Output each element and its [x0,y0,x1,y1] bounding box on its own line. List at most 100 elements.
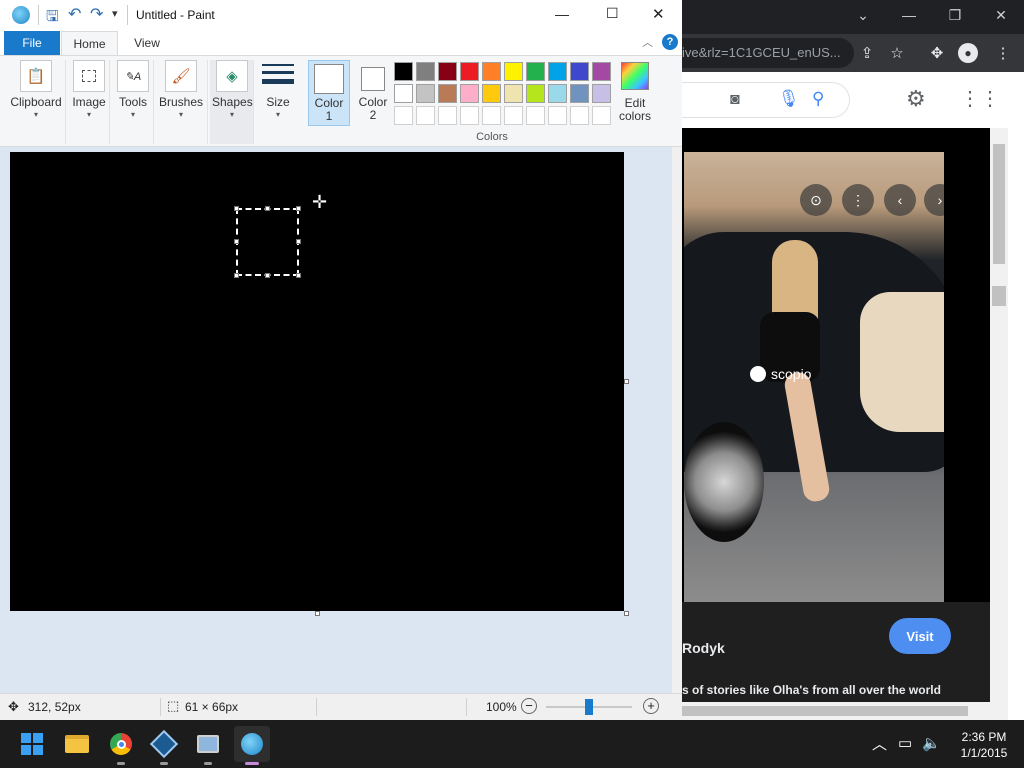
zoom-slider-thumb[interactable] [585,699,593,715]
close-button[interactable]: ✕ [978,0,1024,30]
lens-icon[interactable]: ⊙ [800,184,832,216]
palette-swatch[interactable] [592,106,611,125]
chrome-menu-icon[interactable]: ⋮ [992,42,1014,64]
canvas-vertical-scrollbar[interactable] [672,147,682,693]
selection-handle[interactable] [265,273,270,278]
canvas-resize-handle-corner[interactable] [624,611,629,616]
tab-search-icon[interactable]: ⌄ [840,0,886,30]
search-icon[interactable]: ⚲ [812,89,824,109]
scrollbar-thumb[interactable] [993,144,1005,264]
volume-icon[interactable]: 🔈 [922,734,941,752]
extensions-icon[interactable]: ✥ [926,42,948,64]
undo-icon[interactable]: ↶ [68,4,81,24]
edit-colors-button[interactable]: Edit colors [616,60,654,123]
palette-swatch[interactable] [416,84,435,103]
selection-rectangle[interactable] [234,206,301,278]
hscroll-thumb[interactable] [682,706,968,716]
file-explorer-button[interactable] [59,726,95,762]
palette-swatch[interactable] [438,106,457,125]
redo-icon[interactable]: ↷ [90,4,103,24]
tray-overflow-icon[interactable]: ︿ [872,733,887,754]
palette-swatch[interactable] [548,84,567,103]
start-button[interactable] [14,726,50,762]
selection-handle[interactable] [234,206,239,211]
palette-swatch[interactable] [504,84,523,103]
camera-search-icon[interactable]: ◙ [730,91,740,109]
palette-swatch[interactable] [570,106,589,125]
tools-button[interactable]: ✎A Tools ▾ [116,60,150,119]
prev-image-icon[interactable]: ‹ [884,184,916,216]
palette-swatch[interactable] [504,62,523,81]
voice-search-icon[interactable]: 🎙 [778,89,800,109]
brushes-button[interactable]: 🖌 Brushes ▾ [158,60,204,119]
author-name[interactable]: Rodyk [682,640,725,656]
restore-button[interactable]: ❐ [932,0,978,30]
palette-swatch[interactable] [548,62,567,81]
tab-file[interactable]: File [4,31,60,55]
page-horizontal-scrollbar[interactable] [682,702,1008,720]
profile-avatar-icon[interactable]: ● [958,43,978,63]
palette-swatch[interactable] [548,106,567,125]
tab-home[interactable]: Home [61,31,118,55]
tab-view[interactable]: View [120,31,174,55]
palette-swatch[interactable] [526,106,545,125]
selection-handle[interactable] [296,239,301,244]
palette-swatch[interactable] [460,84,479,103]
minimize-button[interactable]: — [886,0,932,30]
palette-swatch[interactable] [482,62,501,81]
palette-swatch[interactable] [460,62,479,81]
selection-handle[interactable] [234,273,239,278]
selection-handle[interactable] [265,206,270,211]
address-bar[interactable]: ive&rlz=1C1GCEU_enUS... [682,38,854,68]
help-icon[interactable]: ? [662,34,678,50]
palette-swatch[interactable] [438,62,457,81]
more-options-icon[interactable]: ⋮ [842,184,874,216]
drawing-canvas[interactable]: ✛ [10,152,624,611]
visit-button[interactable]: Visit [889,618,951,654]
palette-swatch[interactable] [526,62,545,81]
network-icon[interactable]: ▭ [898,734,912,752]
palette-swatch[interactable] [394,106,413,125]
paint-taskbar-button[interactable] [234,726,270,765]
selection-handle[interactable] [296,273,301,278]
next-image-icon[interactable]: › [924,184,944,216]
color2-button[interactable]: Color 2 [354,60,392,122]
paint-app-icon[interactable] [12,6,30,24]
image-button[interactable]: Image ▾ [72,60,106,119]
customize-qat-icon[interactable]: ▾ [112,7,118,20]
minimize-button[interactable]: — [555,6,569,22]
palette-swatch[interactable] [482,84,501,103]
preview-photo[interactable]: scopio ⊙ ⋮ ‹ › [684,152,944,602]
color1-button[interactable]: Color 1 [308,60,350,126]
selection-handle[interactable] [234,239,239,244]
apps-grid-icon[interactable]: ⋮⋮ [960,86,1000,111]
canvas-resize-handle-bottom[interactable] [315,611,320,616]
chrome-taskbar-button[interactable] [103,726,139,765]
palette-swatch[interactable] [460,106,479,125]
palette-swatch[interactable] [526,84,545,103]
palette-swatch[interactable] [416,62,435,81]
palette-swatch[interactable] [592,62,611,81]
canvas-resize-handle-right[interactable] [624,379,629,384]
palette-swatch[interactable] [570,84,589,103]
palette-swatch[interactable] [504,106,523,125]
maximize-button[interactable]: ☐ [606,5,619,22]
virtualbox-button[interactable] [146,726,182,765]
shapes-button[interactable]: ◈ Shapes ▾ [212,60,253,119]
scrollbar-thumb-secondary[interactable] [992,286,1006,306]
palette-swatch[interactable] [592,84,611,103]
zoom-out-button[interactable]: − [521,698,537,714]
page-vertical-scrollbar[interactable] [990,128,1008,702]
palette-swatch[interactable] [394,84,413,103]
system-app-button[interactable] [190,726,226,765]
search-box[interactable]: ◙ 🎙 ⚲ [682,82,850,118]
size-button[interactable]: Size ▾ [260,60,296,119]
collapse-ribbon-icon[interactable]: ︿ [642,34,653,50]
palette-swatch[interactable] [482,106,501,125]
palette-swatch[interactable] [416,106,435,125]
selection-handle[interactable] [296,206,301,211]
close-button[interactable]: ✕ [652,5,665,23]
clipboard-button[interactable]: 📋 Clipboard ▾ [10,60,62,119]
share-icon[interactable]: ⇪ [856,42,878,64]
palette-swatch[interactable] [570,62,589,81]
